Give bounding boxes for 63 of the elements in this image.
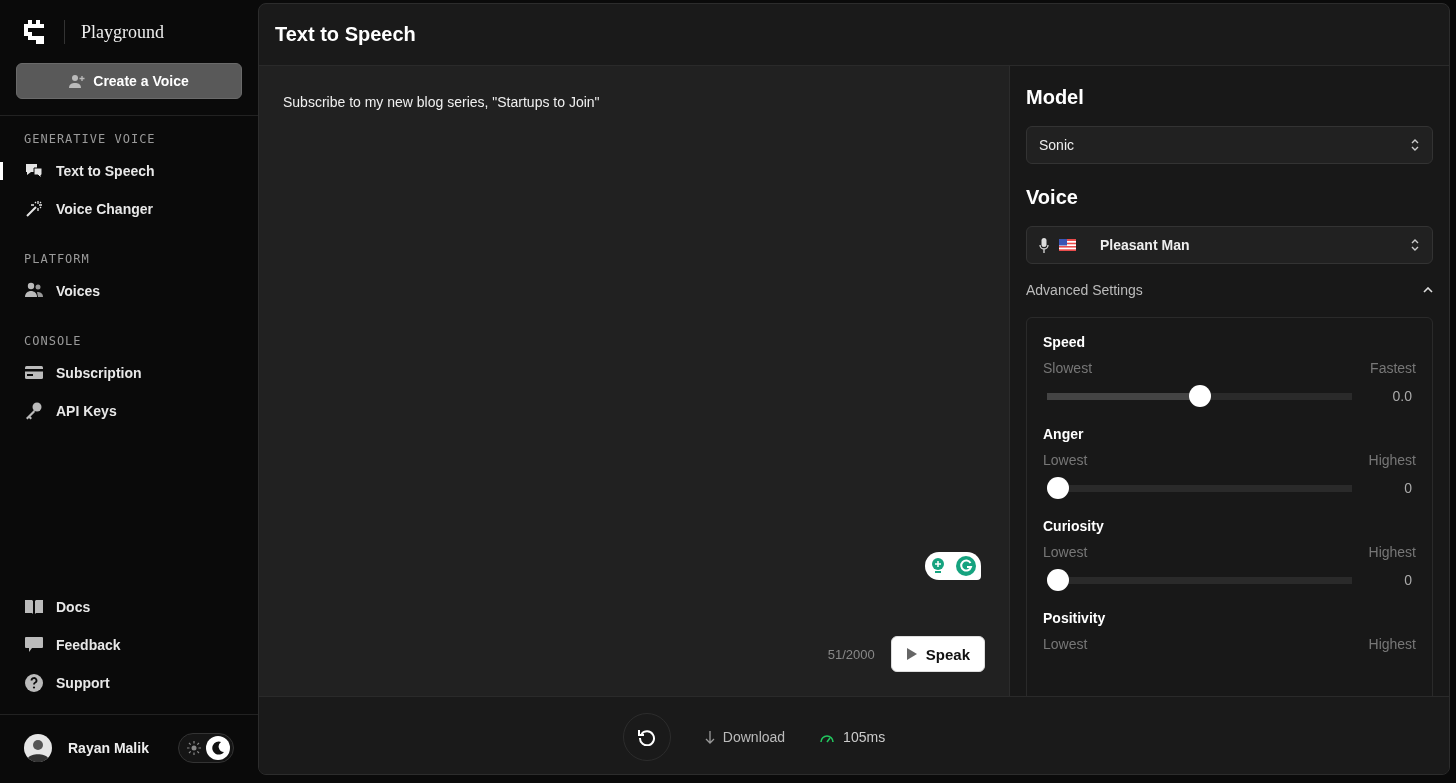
help-icon xyxy=(24,673,44,693)
slider-value: 0 xyxy=(1403,480,1413,496)
voice-heading: Voice xyxy=(1026,186,1079,209)
microphone-icon xyxy=(1039,237,1049,253)
section-heading: GENERATIVE VOICE xyxy=(23,132,157,148)
g-logo-icon xyxy=(954,555,977,577)
book-icon xyxy=(24,597,44,617)
lightbulb-icon xyxy=(929,557,946,575)
up-down-chevron-icon xyxy=(1410,238,1420,252)
min-label: Lowest xyxy=(1043,544,1088,560)
sun-icon xyxy=(187,741,201,755)
up-down-chevron-icon xyxy=(1410,138,1420,152)
slider-thumb[interactable] xyxy=(1047,569,1069,591)
flag-icon xyxy=(1059,239,1076,251)
brand-name: Playground xyxy=(81,21,164,43)
sidebar-item[interactable]: Voices xyxy=(0,272,258,310)
create-voice-button[interactable]: Create a Voice xyxy=(16,63,242,99)
writing-assistant-badge[interactable] xyxy=(925,552,981,580)
moon-icon xyxy=(211,741,225,755)
text-input-area[interactable]: Subscribe to my new blog series, "Startups to Join" xyxy=(283,94,985,636)
section-heading: PLATFORM xyxy=(23,252,91,268)
sidebar-item[interactable]: Support xyxy=(0,664,258,702)
min-label: Lowest xyxy=(1043,636,1088,652)
sidebar-item[interactable]: Feedback xyxy=(0,626,258,664)
avatar-icon xyxy=(24,734,52,762)
reset-icon xyxy=(637,728,656,746)
key-icon xyxy=(24,401,44,421)
slider-thumb[interactable] xyxy=(1188,385,1211,407)
play-icon xyxy=(905,647,918,661)
max-label: Highest xyxy=(1368,452,1416,468)
slider-label: Curiosity xyxy=(1043,518,1105,534)
voice-select[interactable]: Pleasant Man xyxy=(1026,226,1433,264)
max-label: Highest xyxy=(1368,636,1416,652)
slider-value: 0 xyxy=(1403,572,1413,588)
magic-wand-icon xyxy=(24,199,44,219)
chevron-icon xyxy=(1423,287,1433,293)
sidebar-item[interactable]: Docs xyxy=(0,588,258,626)
slider-label: Positivity xyxy=(1043,610,1107,626)
slider-label: Anger xyxy=(1043,426,1085,442)
slider-value: 0.0 xyxy=(1392,388,1413,404)
slider-label: Speed xyxy=(1043,334,1086,350)
model-select[interactable]: Sonic xyxy=(1026,126,1433,164)
character-count: 51/2000 xyxy=(827,646,875,662)
user-name: Rayan Malik xyxy=(68,740,150,756)
person-add-icon xyxy=(69,73,86,89)
advanced-settings-toggle[interactable]: Advanced Settings xyxy=(1026,282,1433,298)
theme-toggle[interactable] xyxy=(178,733,234,763)
speak-button[interactable]: Speak xyxy=(890,636,985,672)
download-button[interactable]: Download xyxy=(698,728,792,746)
sidebar-item[interactable]: Text to Speech xyxy=(0,152,258,190)
latency-value: 105ms xyxy=(843,729,886,745)
max-label: Highest xyxy=(1368,544,1416,560)
max-label: Fastest xyxy=(1370,360,1416,376)
sidebar-item[interactable]: Subscription xyxy=(0,354,258,392)
slider-thumb[interactable] xyxy=(1047,477,1069,499)
sidebar-item[interactable]: Voice Changer xyxy=(0,190,258,228)
model-heading: Model xyxy=(1026,86,1085,109)
sidebar-item[interactable]: API Keys xyxy=(0,392,258,430)
page-title: Text to Speech xyxy=(275,23,416,46)
min-label: Lowest xyxy=(1043,452,1088,468)
download-arrow-icon xyxy=(704,730,715,744)
min-label: Slowest xyxy=(1043,360,1093,376)
section-heading: CONSOLE xyxy=(23,334,83,350)
